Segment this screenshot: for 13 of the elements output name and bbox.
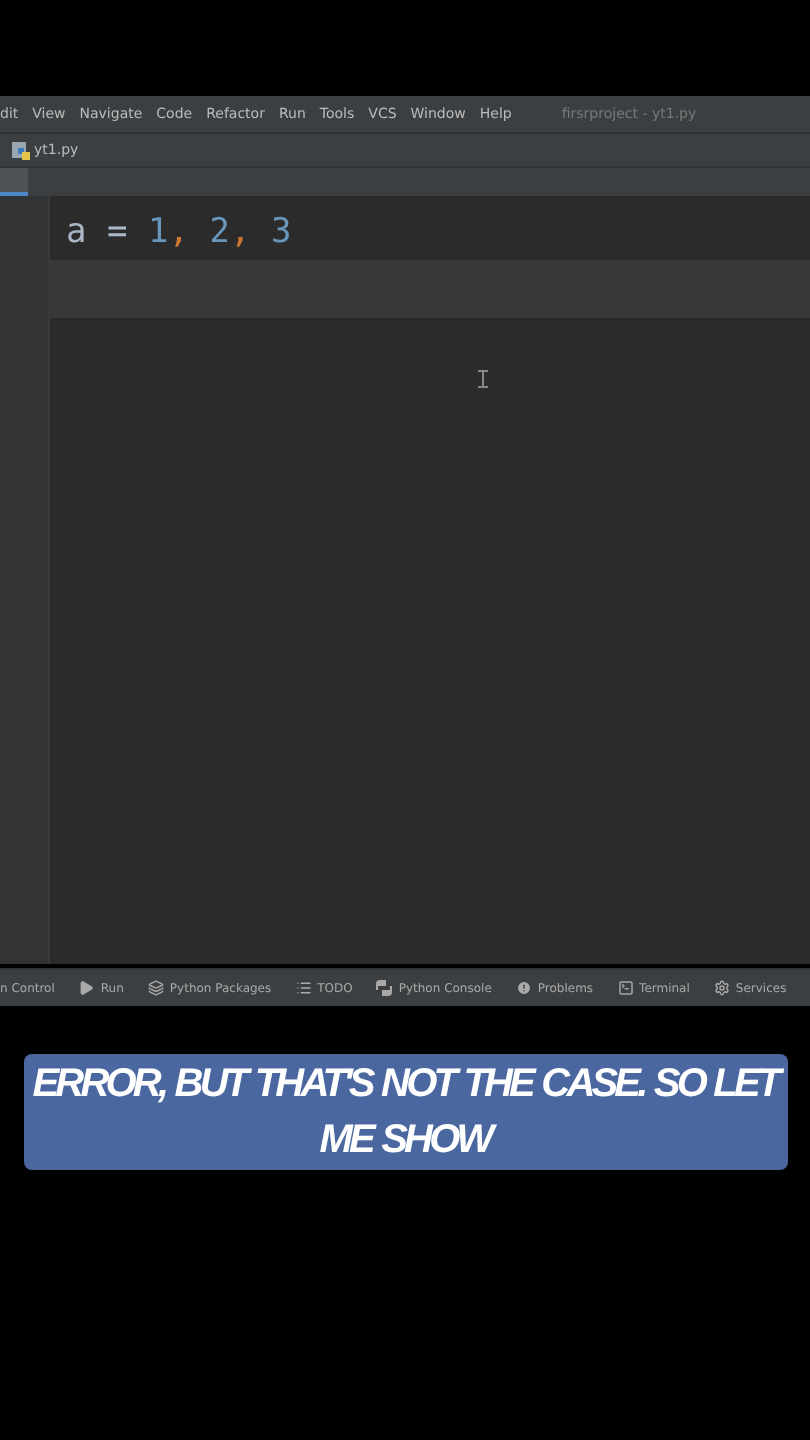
play-icon [78, 980, 95, 996]
terminal-icon [617, 980, 634, 996]
text-cursor-icon [478, 370, 488, 388]
code-line: a = 1, 2, 3 [64, 209, 294, 255]
python-icon [376, 980, 393, 996]
code-editor[interactable]: a = 1, 2, 3 [0, 196, 810, 964]
list-icon [295, 980, 312, 996]
caption: ERROR, BUT THAT'S NOT THE CASE. SO LET ME SHOW [23, 1054, 787, 1170]
alert-icon [515, 980, 532, 996]
layers-icon [147, 980, 164, 996]
editor-tab[interactable] [0, 168, 28, 196]
python-file-icon [12, 141, 30, 159]
settings-icon [713, 980, 730, 996]
